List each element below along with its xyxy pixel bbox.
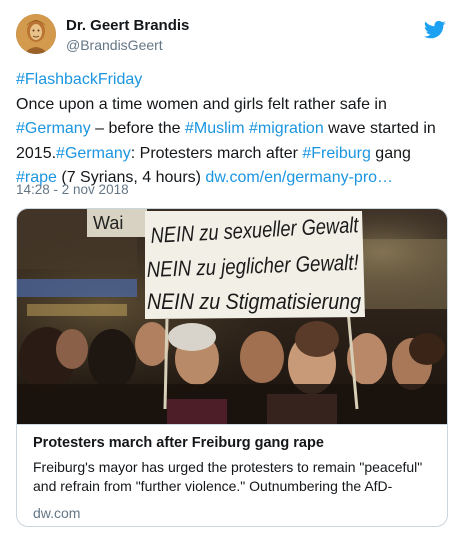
- tweet-text-segment: – before the: [90, 120, 185, 137]
- article-url-link[interactable]: dw.com/en/germany-pro…: [205, 169, 393, 186]
- hashtag-migration[interactable]: #migration: [249, 120, 324, 137]
- card-title[interactable]: Protesters march after Freiburg gang rap…: [33, 434, 431, 453]
- banner-fragment: Wai: [93, 213, 123, 233]
- display-name[interactable]: Dr. Geert Brandis: [66, 16, 189, 36]
- hashtag-muslim[interactable]: #Muslim: [185, 120, 245, 137]
- hashtag-germany-2[interactable]: #Germany: [56, 145, 131, 162]
- hashtag-flashbackfriday[interactable]: #FlashbackFriday: [16, 71, 142, 88]
- tweet-card: Dr. Geert Brandis @BrandisGeert #Flashba…: [0, 0, 464, 536]
- avatar[interactable]: [16, 14, 56, 54]
- twitter-bird-icon[interactable]: [424, 20, 446, 40]
- tweet-text: #FlashbackFriday Once upon a time women …: [16, 68, 448, 191]
- tweet-timestamp[interactable]: 14:28 - 2 nov 2018: [16, 182, 129, 197]
- tweet-text-segment: Once upon a time women and girls felt ra…: [16, 95, 387, 113]
- user-handle[interactable]: @BrandisGeert: [66, 36, 189, 54]
- card-text: Protesters march after Freiburg gang rap…: [17, 424, 447, 526]
- tweet-text-segment: gang: [370, 144, 411, 162]
- link-preview-card[interactable]: Wai NEIN zu sexueller Gewalt NEIN zu jeg…: [16, 208, 448, 527]
- tweet-text-segment: : Protesters march after: [130, 144, 303, 162]
- sign-line-3: NEIN zu Stigmatisierung: [147, 289, 362, 314]
- hashtag-germany[interactable]: #Germany: [16, 120, 91, 137]
- portrait-avatar-icon: [16, 14, 56, 54]
- tweet-header: Dr. Geert Brandis @BrandisGeert: [16, 14, 448, 62]
- hashtag-freiburg[interactable]: #Freiburg: [302, 145, 370, 162]
- protest-photo: Wai NEIN zu sexueller Gewalt NEIN zu jeg…: [17, 209, 447, 424]
- card-description: Freiburg's mayor has urged the protester…: [33, 459, 423, 494]
- author-names: Dr. Geert Brandis @BrandisGeert: [66, 16, 189, 54]
- card-domain: dw.com: [33, 505, 81, 521]
